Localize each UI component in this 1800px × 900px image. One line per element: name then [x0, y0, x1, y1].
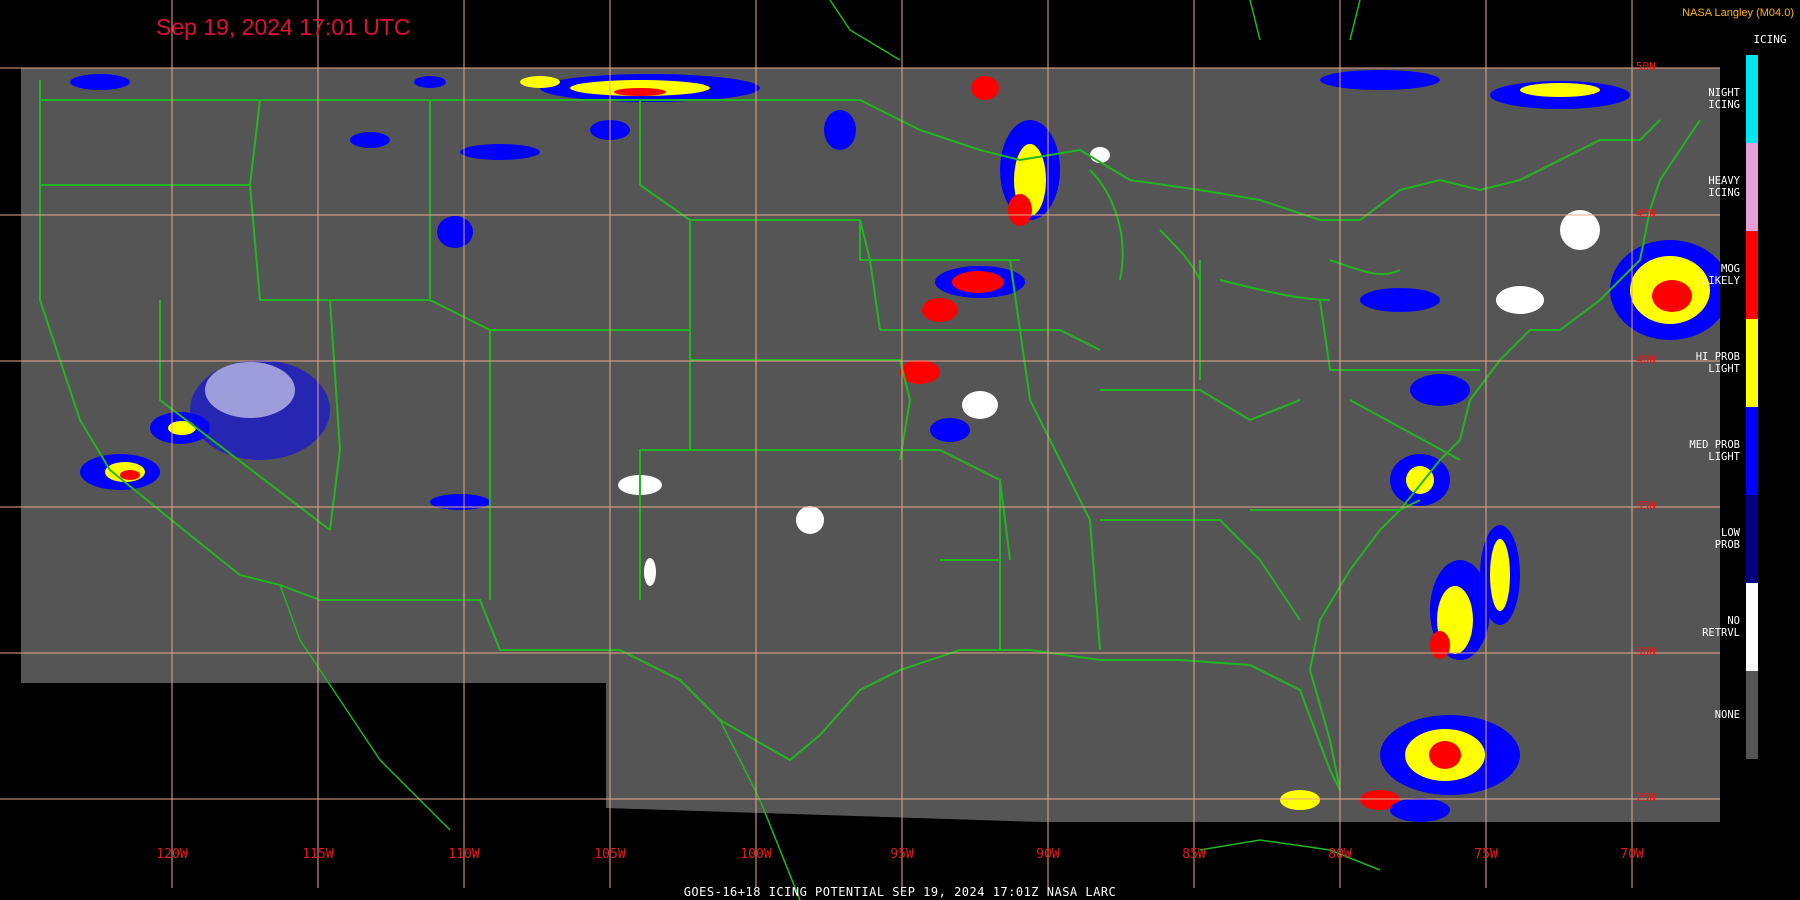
legend-label: HI PROB LIGHT: [1695, 351, 1740, 375]
icing-patch: [971, 76, 999, 100]
legend-swatch: [1746, 407, 1758, 495]
legend-swatch: [1746, 495, 1758, 583]
legend-label: MED PROB LIGHT: [1689, 439, 1740, 463]
longitude-labels: 120W 115W 110W 105W 100W 95W 90W 85W 80W 75W 70W: [156, 847, 1644, 862]
icing-patch: [1008, 194, 1032, 226]
longitude-label: 80W: [1328, 847, 1352, 862]
icing-patch: [520, 76, 560, 88]
longitude-label: 70W: [1620, 847, 1644, 862]
icing-patch: [1560, 210, 1600, 250]
icing-patch: [1360, 288, 1440, 312]
longitude-label: 85W: [1182, 847, 1206, 862]
icing-patch: [1390, 798, 1450, 822]
icing-patch: [120, 470, 140, 480]
latitude-label: 25N: [1636, 791, 1656, 804]
icing-patch: [1429, 741, 1461, 769]
legend-swatch: [1746, 583, 1758, 671]
legend-swatch: [1746, 671, 1758, 759]
latitude-label: 30N: [1636, 645, 1656, 658]
icing-patch: [952, 271, 1004, 293]
cuba-outline: [1199, 839, 1381, 871]
longitude-label: 110W: [448, 847, 479, 862]
icing-patch: [614, 88, 666, 96]
icing-patch: [1490, 539, 1510, 611]
icing-patch: [930, 418, 970, 442]
legend-swatch: [1746, 55, 1758, 143]
longitude-label: 105W: [594, 847, 625, 862]
longitude-label: 95W: [890, 847, 914, 862]
latitude-label: 45N: [1636, 207, 1656, 220]
legend-label: MOG LIKELY: [1702, 263, 1740, 287]
icing-patch: [644, 558, 656, 586]
icing-patch: [430, 494, 490, 510]
icing-patch: [460, 144, 540, 160]
legend-label: LOW PROB: [1714, 527, 1740, 551]
icing-patch: [414, 76, 446, 88]
timestamp-title: Sep 19, 2024 17:01 UTC: [156, 14, 411, 40]
icing-patch: [1520, 83, 1600, 97]
icing-patch: [350, 132, 390, 148]
icing-map: 120W 115W 110W 105W 100W 95W 90W 85W 80W 75W 70W 5…: [0, 0, 1720, 900]
icing-patch: [962, 391, 998, 419]
icing-patch: [1280, 790, 1320, 810]
icing-patch: [1406, 466, 1434, 494]
icing-patch: [1496, 286, 1544, 314]
longitude-label: 90W: [1036, 847, 1060, 862]
icing-patch: [824, 110, 856, 150]
legend-swatch: [1746, 143, 1758, 231]
legend-label: HEAVY ICING: [1708, 175, 1740, 199]
latitude-label: 50N: [1636, 60, 1656, 73]
icing-patch: [205, 362, 295, 418]
legend-swatch: [1746, 231, 1758, 319]
icing-patch: [1090, 147, 1110, 163]
longitude-label: 75W: [1474, 847, 1498, 862]
icing-patch: [796, 506, 824, 534]
icing-patch: [1430, 631, 1450, 659]
legend-label: NONE: [1714, 709, 1740, 721]
icing-patch: [1410, 374, 1470, 406]
latitude-label: 40N: [1636, 353, 1656, 366]
icing-patch: [922, 298, 958, 322]
icing-patch: [437, 216, 473, 248]
icing-patch: [70, 74, 130, 90]
legend-swatch: [1746, 319, 1758, 407]
longitude-label: 115W: [302, 847, 333, 862]
canada-coast: [829, 0, 1361, 61]
footer-caption: GOES-16+18 ICING POTENTIAL SEP 19, 2024 …: [683, 885, 1117, 899]
longitude-label: 120W: [156, 847, 187, 862]
longitude-label: 100W: [740, 847, 771, 862]
icing-patch: [1320, 70, 1440, 90]
credit-label: NASA Langley (M04.0): [1682, 7, 1794, 19]
latitude-label: 35N: [1636, 499, 1656, 512]
legend-title: ICING: [1753, 33, 1787, 46]
legend-label: NIGHT ICING: [1708, 87, 1740, 111]
legend-label: NO RETRVL: [1702, 615, 1740, 639]
